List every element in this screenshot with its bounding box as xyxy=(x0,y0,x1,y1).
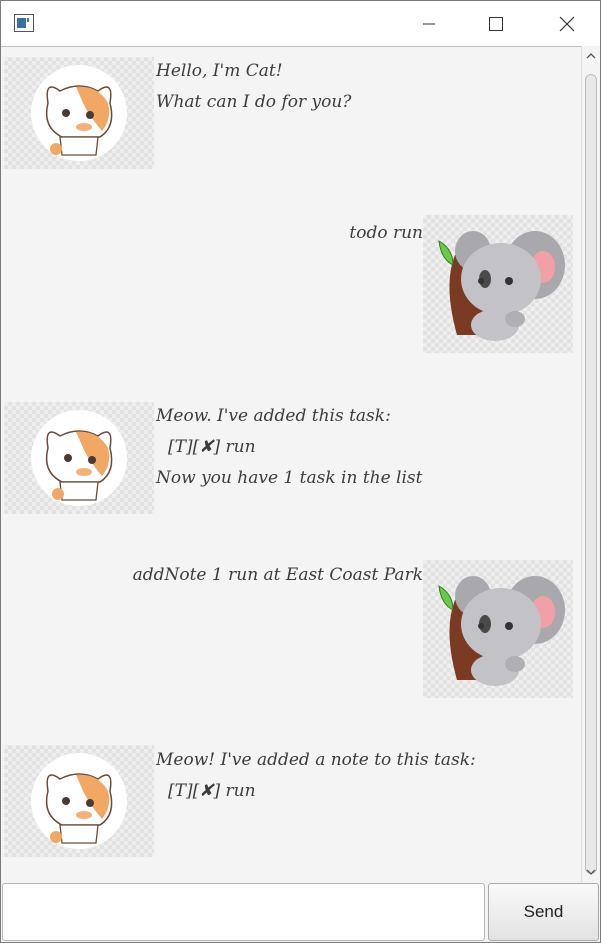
maximize-button[interactable] xyxy=(461,1,531,46)
app-window: Hello, I'm Cat! What can I do for you? t… xyxy=(0,0,601,943)
koala-avatar xyxy=(423,560,573,698)
close-icon xyxy=(559,16,575,31)
title-bar xyxy=(1,1,600,46)
message-line: Meow! I've added a note to this task: xyxy=(156,750,476,770)
app-icon xyxy=(14,14,34,32)
chevron-up-icon xyxy=(586,53,596,59)
message-line: [T][✘] run xyxy=(168,437,256,457)
vertical-scrollbar[interactable] xyxy=(581,46,600,882)
scroll-down-button[interactable] xyxy=(585,865,597,879)
scroll-thumb[interactable] xyxy=(585,74,597,874)
maximize-icon xyxy=(489,16,503,31)
message-line: What can I do for you? xyxy=(156,92,352,112)
message-line: [T][✘] run xyxy=(168,781,256,801)
send-button[interactable]: Send xyxy=(488,883,599,941)
minimize-icon xyxy=(423,23,435,24)
cat-avatar xyxy=(4,745,154,857)
cat-avatar xyxy=(4,402,154,514)
close-button[interactable] xyxy=(532,1,600,46)
scroll-up-button[interactable] xyxy=(585,49,597,63)
dialog-container[interactable]: Hello, I'm Cat! What can I do for you? t… xyxy=(1,46,581,883)
chevron-down-icon xyxy=(586,869,596,875)
message-line: todo run xyxy=(349,223,423,243)
input-bar: Send xyxy=(1,882,600,942)
koala-avatar xyxy=(423,215,573,353)
message-line: Hello, I'm Cat! xyxy=(156,61,283,81)
message-line: Meow. I've added this task: xyxy=(156,406,391,426)
message-line: Now you have 1 task in the list xyxy=(156,468,423,488)
user-input[interactable] xyxy=(2,883,485,941)
minimize-button[interactable] xyxy=(394,1,464,46)
message-line: addNote 1 run at East Coast Park xyxy=(132,565,423,585)
cat-avatar xyxy=(4,57,154,169)
